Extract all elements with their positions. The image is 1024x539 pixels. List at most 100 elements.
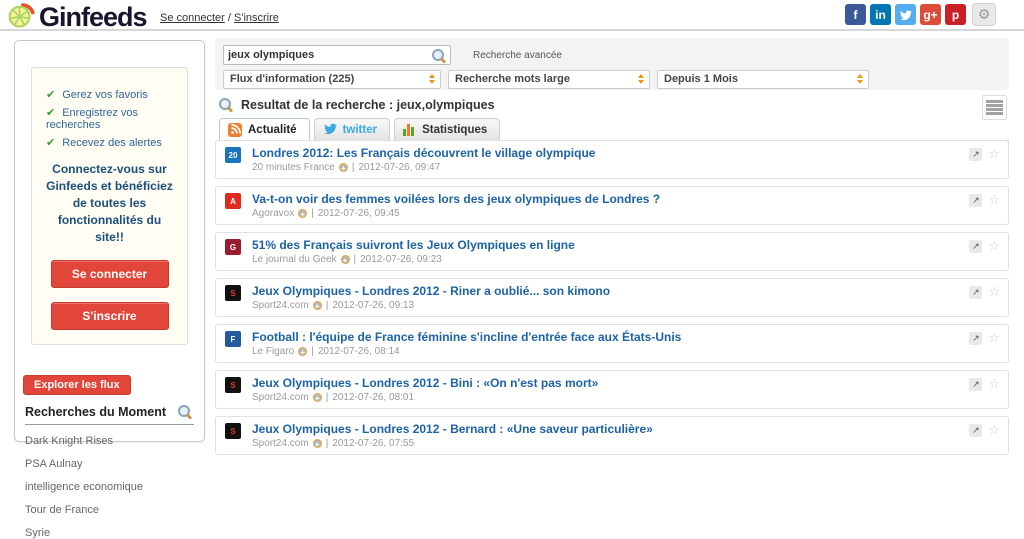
add-source-icon[interactable]: + [341, 255, 350, 264]
share-icon[interactable]: ↗ [969, 286, 982, 299]
trending-list: Dark Knight Rises PSA Aulnay intelligenc… [25, 435, 194, 539]
tab-statistiques[interactable]: Statistiques [394, 118, 500, 141]
favorite-star-icon[interactable]: ☆ [988, 238, 1000, 254]
tab-label: Statistiques [422, 124, 487, 136]
benefit-item: ✔Recevez des alertes [40, 136, 179, 149]
favorite-star-icon[interactable]: ☆ [988, 146, 1000, 162]
result-meta: Le journal du Geek + | 2012-07-26, 09:23 [252, 254, 442, 265]
logo-lime-icon [8, 1, 36, 34]
explore-feeds-button[interactable]: Explorer les flux [23, 375, 131, 395]
period-label: Depuis 1 Mois [664, 73, 738, 85]
filter-bar: Flux d'information (225) Recherche mots … [223, 70, 869, 89]
advanced-search-link[interactable]: Recherche avancée [473, 50, 562, 61]
share-icon[interactable]: ↗ [969, 378, 982, 391]
row-actions: ↗ ☆ [969, 376, 1000, 392]
sort-arrows-icon [857, 74, 863, 84]
result-meta: Agoravox + | 2012-07-26, 09:45 [252, 208, 400, 219]
search-input[interactable] [228, 47, 424, 63]
feed-filter-dropdown[interactable]: Flux d'information (225) [223, 70, 441, 89]
result-date: 2012-07-26, 09:13 [332, 300, 414, 311]
twitter-bird-icon [323, 121, 337, 138]
results-list: 20 Londres 2012: Les Français découvrent… [215, 140, 1009, 462]
list-view-toggle-icon[interactable] [982, 95, 1007, 120]
search-box [223, 45, 451, 65]
result-row: A Va-t-on voir des femmes voilées lors d… [215, 186, 1009, 225]
tab-twitter[interactable]: twitter [314, 118, 391, 141]
login-button[interactable]: Se connecter [51, 260, 169, 288]
logo[interactable]: Ginfeeds [8, 1, 147, 34]
result-title-link[interactable]: 51% des Français suivront les Jeux Olymp… [252, 238, 575, 252]
add-source-icon[interactable]: + [313, 439, 322, 448]
trending-item[interactable]: intelligence economique [25, 481, 194, 493]
sort-arrows-icon [638, 74, 644, 84]
trending-item[interactable]: Syrie [25, 527, 194, 539]
result-date: 2012-07-26, 08:01 [332, 392, 414, 403]
signup-button[interactable]: S'inscrire [51, 302, 169, 330]
result-row: S Jeux Olympiques - Londres 2012 - Bini … [215, 370, 1009, 409]
search-icon[interactable] [178, 405, 192, 419]
result-source: 20 minutes France [252, 162, 335, 173]
result-meta: Sport24.com + | 2012-07-26, 09:13 [252, 300, 414, 311]
tab-label: twitter [343, 124, 378, 136]
share-icon[interactable]: ↗ [969, 240, 982, 253]
add-source-icon[interactable]: + [313, 301, 322, 310]
source-favicon: G [225, 239, 241, 255]
search-submit-icon[interactable] [432, 49, 446, 63]
trending-item[interactable]: Dark Knight Rises [25, 435, 194, 447]
match-mode-dropdown[interactable]: Recherche mots large [448, 70, 650, 89]
result-meta: Sport24.com + | 2012-07-26, 07:55 [252, 438, 414, 449]
add-source-icon[interactable]: + [298, 347, 307, 356]
sidebar: ✔Gerez vos favoris ✔Enregistrez vos rech… [14, 40, 205, 442]
login-link[interactable]: Se connecter [160, 12, 225, 24]
result-title-link[interactable]: Jeux Olympiques - Londres 2012 - Bernard… [252, 422, 653, 436]
result-title-link[interactable]: Football : l'équipe de France féminine s… [252, 330, 681, 344]
row-actions: ↗ ☆ [969, 192, 1000, 208]
source-favicon: S [225, 285, 241, 301]
result-title-link[interactable]: Va-t-on voir des femmes voilées lors des… [252, 192, 660, 206]
signup-link[interactable]: S'inscrire [234, 12, 279, 24]
googleplus-icon[interactable]: g+ [920, 4, 941, 25]
results-tabs: Actualité twitter Statistiques [219, 118, 1009, 141]
period-dropdown[interactable]: Depuis 1 Mois [657, 70, 869, 89]
share-icon[interactable]: ↗ [969, 424, 982, 437]
add-source-icon[interactable]: + [339, 163, 348, 172]
share-icon[interactable]: ↗ [969, 332, 982, 345]
result-title-link[interactable]: Jeux Olympiques - Londres 2012 - Riner a… [252, 284, 610, 298]
row-actions: ↗ ☆ [969, 146, 1000, 162]
result-date: 2012-07-26, 09:23 [360, 254, 442, 265]
trending-item[interactable]: PSA Aulnay [25, 458, 194, 470]
tab-actualite[interactable]: Actualité [219, 118, 310, 141]
favorite-star-icon[interactable]: ☆ [988, 376, 1000, 392]
check-icon: ✔ [46, 107, 55, 119]
favorite-star-icon[interactable]: ☆ [988, 422, 1000, 438]
meta-separator: | [326, 438, 329, 449]
twitter-icon[interactable] [895, 4, 916, 25]
connect-box: ✔Gerez vos favoris ✔Enregistrez vos rech… [31, 67, 188, 345]
result-source: Le Figaro [252, 346, 294, 357]
favorite-star-icon[interactable]: ☆ [988, 192, 1000, 208]
result-row: 20 Londres 2012: Les Français découvrent… [215, 140, 1009, 179]
add-source-icon[interactable]: + [298, 209, 307, 218]
share-icon[interactable]: ↗ [969, 194, 982, 207]
facebook-icon[interactable]: f [845, 4, 866, 25]
source-favicon: A [225, 193, 241, 209]
favorite-star-icon[interactable]: ☆ [988, 330, 1000, 346]
check-icon: ✔ [46, 89, 55, 101]
trending-item[interactable]: Tour de France [25, 504, 194, 516]
result-title-link[interactable]: Jeux Olympiques - Londres 2012 - Bini : … [252, 376, 598, 390]
gear-icon[interactable]: ⚙ [972, 3, 996, 26]
add-source-icon[interactable]: + [313, 393, 322, 402]
result-source: Agoravox [252, 208, 294, 219]
main-content: Recherche avancée Flux d'information (22… [215, 38, 1015, 90]
result-date: 2012-07-26, 09:45 [318, 208, 400, 219]
result-meta: Le Figaro + | 2012-07-26, 08:14 [252, 346, 400, 357]
result-date: 2012-07-26, 09:47 [358, 162, 440, 173]
pinterest-icon[interactable]: p [945, 4, 966, 25]
result-title-link[interactable]: Londres 2012: Les Français découvrent le… [252, 146, 595, 160]
search-panel: Recherche avancée Flux d'information (22… [215, 38, 1009, 90]
source-favicon: S [225, 423, 241, 439]
source-favicon: 20 [225, 147, 241, 163]
share-icon[interactable]: ↗ [969, 148, 982, 161]
favorite-star-icon[interactable]: ☆ [988, 284, 1000, 300]
linkedin-icon[interactable]: in [870, 4, 891, 25]
